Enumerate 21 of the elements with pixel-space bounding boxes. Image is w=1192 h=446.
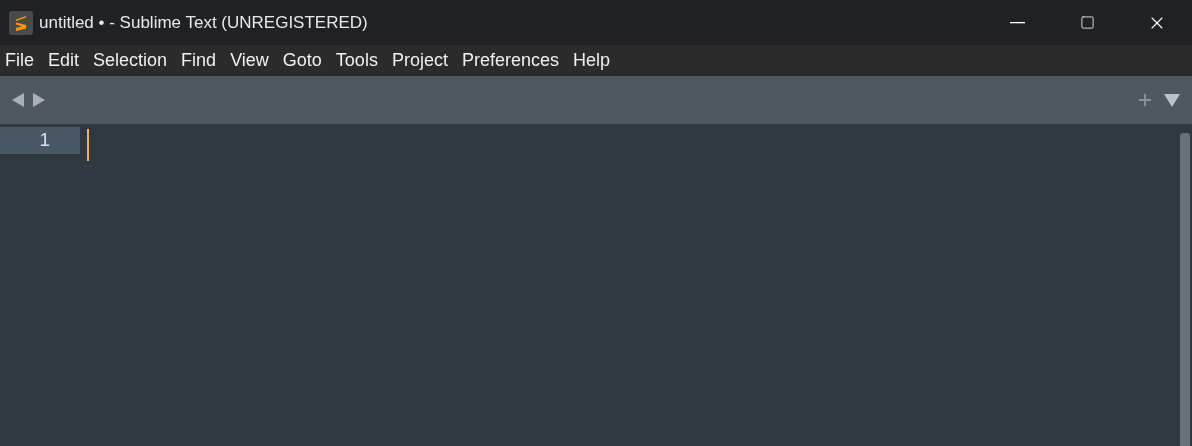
menu-item[interactable]: Help xyxy=(573,47,610,74)
menu-item[interactable]: Selection xyxy=(93,47,168,74)
menu-item[interactable]: File xyxy=(5,47,34,74)
scrollbar[interactable] xyxy=(1180,133,1190,446)
menu-item[interactable]: Preferences xyxy=(461,47,559,74)
menu-item[interactable]: Project xyxy=(391,47,448,74)
menu-item[interactable]: Find xyxy=(181,47,217,74)
dropdown-icon[interactable] xyxy=(1164,93,1180,107)
app-logo-icon xyxy=(9,10,33,35)
text-cursor xyxy=(87,129,89,161)
menu-item[interactable]: Edit xyxy=(48,47,80,74)
window-title: untitled • - Sublime Text (UNREGISTERED) xyxy=(39,11,368,34)
maximize-icon xyxy=(1079,15,1095,30)
forward-arrow-icon[interactable] xyxy=(33,93,45,107)
line-number: 1 xyxy=(0,127,80,154)
minimize-icon xyxy=(1009,21,1025,24)
new-tab-icon[interactable] xyxy=(1136,91,1154,109)
menu-item[interactable]: View xyxy=(230,47,269,74)
menu-item[interactable]: Goto xyxy=(282,47,322,74)
back-arrow-icon[interactable] xyxy=(12,93,24,107)
menu-item[interactable]: Tools xyxy=(335,47,378,74)
